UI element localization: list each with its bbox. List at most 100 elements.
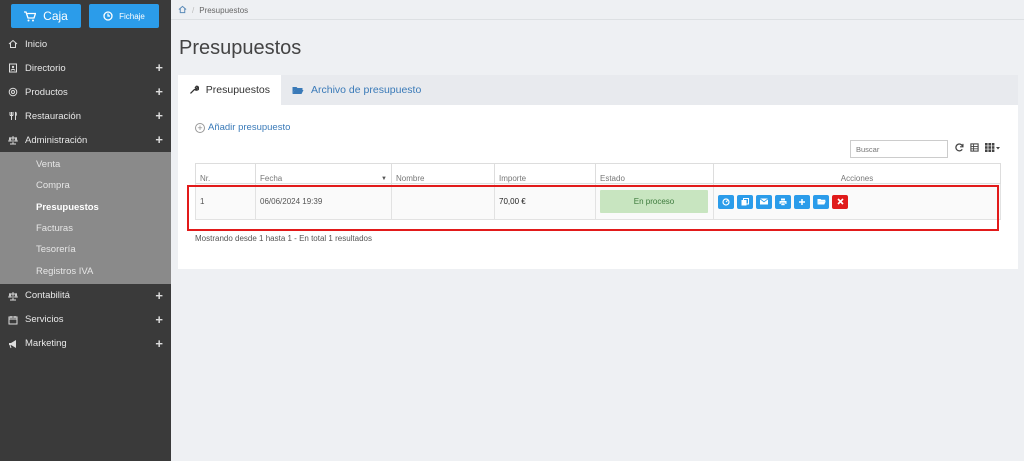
- breadcrumb-separator: /: [192, 5, 195, 15]
- submenu-item-registros-iva[interactable]: Registros IVA: [0, 260, 171, 281]
- tab-label: Archivo de presupuesto: [311, 84, 422, 96]
- sidebar-item-directorio[interactable]: Directorio +: [0, 56, 171, 80]
- cell-acciones: [713, 183, 1001, 220]
- submenu-item-venta[interactable]: Venta: [0, 154, 171, 175]
- sidebar-item-administracion[interactable]: Administración +: [0, 128, 171, 152]
- column-header-label: Fecha: [260, 174, 283, 183]
- content-panel: Presupuestos Archivo de presupuesto + Añ…: [178, 75, 1018, 269]
- tab-label: Presupuestos: [205, 84, 270, 96]
- breadcrumb-current: Presupuestos: [199, 5, 249, 15]
- list-view-icon[interactable]: [970, 143, 979, 155]
- folder-open-icon: [817, 199, 826, 205]
- cell-nombre: [391, 183, 495, 220]
- administracion-submenu: Venta Compra Presupuestos Facturas Tesor…: [0, 152, 171, 284]
- sidebar-item-marketing[interactable]: Marketing +: [0, 332, 171, 356]
- column-header-nr[interactable]: Nr.: [195, 163, 256, 184]
- home-icon[interactable]: [178, 5, 187, 16]
- expand-plus-icon[interactable]: +: [155, 85, 163, 98]
- column-header-estado[interactable]: Estado: [595, 163, 714, 184]
- sidebar-item-restauracion[interactable]: Restauración +: [0, 104, 171, 128]
- sidebar-item-label: Marketing: [25, 338, 67, 350]
- presupuestos-table: Nr. Fecha ▼ Nombre Importe Estado Accion…: [195, 163, 1001, 220]
- expand-plus-icon[interactable]: +: [155, 109, 163, 122]
- submenu-item-facturas[interactable]: Facturas: [0, 218, 171, 239]
- wrench-icon: [190, 85, 199, 94]
- cell-fecha: 06/06/2024 19:39: [255, 183, 392, 220]
- cutlery-icon: [8, 111, 18, 121]
- caja-button[interactable]: Caja: [11, 4, 81, 28]
- caja-label: Caja: [43, 9, 68, 23]
- table-header-row: Nr. Fecha ▼ Nombre Importe Estado Accion…: [195, 163, 1001, 184]
- sidebar-menu: Inicio Directorio + Productos + Restaura…: [0, 32, 171, 356]
- megaphone-icon: [8, 339, 18, 349]
- expand-plus-icon[interactable]: +: [155, 61, 163, 74]
- expand-plus-icon[interactable]: +: [155, 133, 163, 146]
- tab-presupuestos[interactable]: Presupuestos: [178, 75, 281, 105]
- status-action-button[interactable]: [718, 194, 734, 209]
- copy-icon: [741, 197, 749, 205]
- page-title: Presupuestos: [179, 37, 302, 59]
- breadcrumb: / Presupuestos: [178, 4, 248, 16]
- fichaje-button[interactable]: Fichaje: [89, 4, 159, 28]
- submenu-item-presupuestos[interactable]: Presupuestos: [0, 197, 171, 218]
- scale-icon: [8, 135, 18, 145]
- sidebar-top-buttons: Caja Fichaje: [0, 0, 171, 32]
- archive-button[interactable]: [813, 194, 829, 209]
- sidebar-item-label: Restauración: [25, 110, 81, 122]
- refresh-icon[interactable]: [955, 143, 964, 155]
- add-button[interactable]: [794, 194, 810, 209]
- expand-plus-icon[interactable]: +: [155, 337, 163, 350]
- envelope-icon: [760, 198, 768, 205]
- sidebar-item-label: Directorio: [25, 62, 66, 74]
- expand-plus-icon[interactable]: +: [155, 289, 163, 302]
- tab-bar: Presupuestos Archivo de presupuesto: [178, 75, 1018, 105]
- delete-button[interactable]: [832, 194, 848, 209]
- home-icon: [8, 39, 18, 49]
- results-summary: Mostrando desde 1 hasta 1 - En total 1 r…: [195, 234, 372, 243]
- add-presupuesto-label: Añadir presupuesto: [208, 122, 291, 133]
- duplicate-button[interactable]: [737, 194, 753, 209]
- submenu-item-tesoreria[interactable]: Tesorería: [0, 239, 171, 260]
- sidebar-item-label: Administración: [25, 134, 88, 146]
- row-actions: [718, 194, 996, 209]
- table-row[interactable]: 1 06/06/2024 19:39 70,00 € En proceso: [195, 183, 1001, 220]
- column-header-nombre[interactable]: Nombre: [391, 163, 495, 184]
- calendar-icon: [8, 315, 18, 325]
- scale-icon: [8, 291, 18, 301]
- cart-icon: [24, 10, 37, 21]
- sidebar-item-label: Servicios: [25, 314, 64, 326]
- header-divider: [171, 19, 1024, 20]
- sidebar-item-label: Inicio: [25, 38, 48, 50]
- sidebar: Caja Fichaje Inicio Directorio + Product…: [0, 0, 171, 461]
- cell-estado: En proceso: [595, 183, 714, 220]
- clock-icon: [103, 11, 113, 21]
- columns-dropdown-icon[interactable]: [985, 143, 1000, 155]
- column-header-fecha[interactable]: Fecha ▼: [255, 163, 392, 184]
- submenu-item-compra[interactable]: Compra: [0, 175, 171, 196]
- print-button[interactable]: [775, 194, 791, 209]
- sidebar-item-label: Productos: [25, 86, 68, 98]
- search-input[interactable]: [850, 140, 948, 158]
- address-book-icon: [8, 63, 18, 73]
- main-content: / Presupuestos Presupuestos Presupuestos…: [171, 0, 1024, 461]
- expand-plus-icon[interactable]: +: [155, 313, 163, 326]
- sidebar-item-productos[interactable]: Productos +: [0, 80, 171, 104]
- sidebar-item-inicio[interactable]: Inicio: [0, 32, 171, 56]
- close-icon: [836, 198, 844, 205]
- add-circle-icon: +: [195, 122, 205, 133]
- column-header-importe[interactable]: Importe: [494, 163, 596, 184]
- tab-archivo[interactable]: Archivo de presupuesto: [281, 75, 432, 105]
- email-button[interactable]: [756, 194, 772, 209]
- add-presupuesto-button[interactable]: + Añadir presupuesto: [195, 122, 290, 133]
- table-tools: [955, 143, 1000, 155]
- gauge-icon: [722, 197, 730, 206]
- sidebar-item-servicios[interactable]: Servicios +: [0, 308, 171, 332]
- print-icon: [779, 198, 787, 206]
- column-header-acciones: Acciones: [713, 163, 1001, 184]
- folder-open-icon: [292, 87, 304, 94]
- sort-desc-icon[interactable]: ▼: [381, 176, 387, 182]
- status-badge: En proceso: [600, 190, 708, 213]
- box-icon: [8, 87, 18, 97]
- fichaje-label: Fichaje: [119, 11, 145, 21]
- sidebar-item-contabilita[interactable]: Contabilitá +: [0, 284, 171, 308]
